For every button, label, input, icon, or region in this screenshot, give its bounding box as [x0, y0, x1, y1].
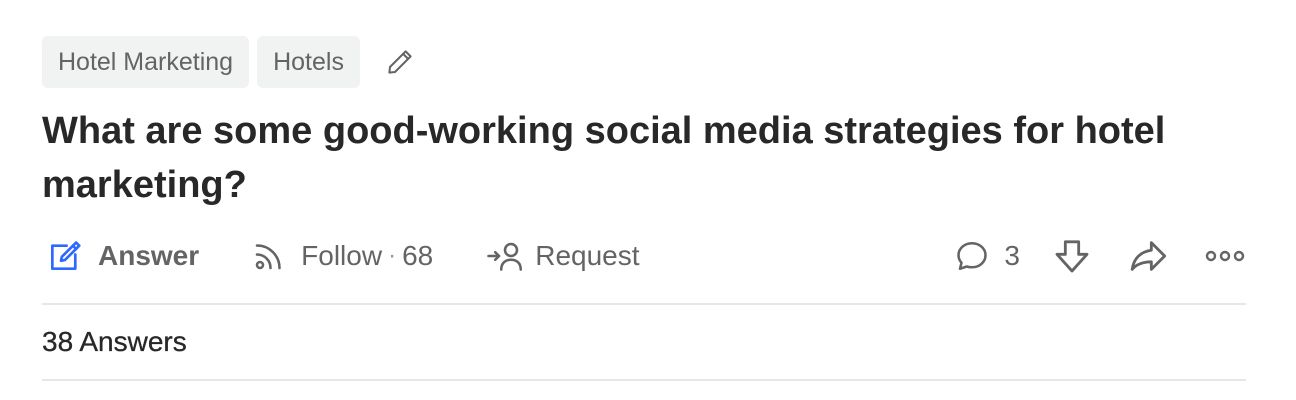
more-icon: [1205, 250, 1245, 262]
rss-icon: [255, 244, 281, 270]
follow-label: Follow: [301, 240, 383, 271]
request-button[interactable]: Request: [485, 232, 640, 280]
answer-label: Answer: [98, 240, 200, 271]
downvote-icon: [1055, 240, 1089, 273]
topic-chip-hotels[interactable]: Hotels: [257, 36, 360, 88]
question-title: What are some good-working social media …: [42, 110, 1166, 206]
downvote-button[interactable]: [1052, 232, 1092, 280]
answers-divider: [42, 379, 1246, 381]
comment-count: 3: [1004, 240, 1020, 271]
more-options-button[interactable]: [1204, 232, 1246, 280]
request-label: Request: [535, 240, 640, 271]
answer-button[interactable]: Answer: [46, 232, 199, 280]
topic-list: Hotel Marketing Hotels: [42, 36, 1246, 88]
share-button[interactable]: [1128, 232, 1168, 280]
question-header: Hotel Marketing Hotels What are some goo…: [42, 36, 1246, 212]
follow-separator: ·: [388, 242, 397, 269]
question-action-bar: Answer Follow · 68 Request 3: [42, 232, 1246, 280]
follow-count: 68: [402, 240, 434, 271]
request-user-icon: [487, 242, 523, 271]
answers-count: 38 Answers: [42, 326, 187, 357]
topic-chip-hotel-marketing[interactable]: Hotel Marketing: [42, 36, 250, 88]
edit-topics-button[interactable]: [382, 44, 418, 80]
share-icon: [1130, 241, 1167, 271]
pencil-icon: [388, 50, 412, 74]
actions-divider: [42, 303, 1246, 305]
comment-icon: [957, 241, 988, 271]
follow-button[interactable]: Follow · 68: [251, 232, 433, 280]
edit-square-icon: [50, 241, 81, 271]
comments-button[interactable]: 3: [954, 232, 1020, 280]
